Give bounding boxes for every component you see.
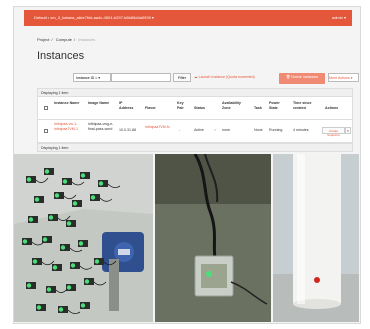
led-light: [42, 237, 48, 242]
header-power-state[interactable]: Power State: [269, 101, 287, 111]
led-devices-drawing: [14, 154, 153, 322]
instance-name-link[interactable]: infinipaa-vw-1-infinipaa7VM-1: [54, 122, 84, 132]
header-time-since-created[interactable]: Time since created: [293, 101, 321, 111]
breadcrumb: Project / Compute / Instances: [37, 37, 96, 42]
led-light: [46, 287, 52, 292]
led-light: [60, 245, 66, 250]
led-light: [58, 307, 64, 312]
delete-instances-button[interactable]: 🗑 Delete Instances: [279, 73, 325, 84]
displaying-count-top: Displaying 1 item: [37, 88, 353, 97]
led-light: [78, 241, 84, 246]
led-light: [72, 201, 78, 206]
led-light: [80, 303, 86, 308]
cabled-device-drawing: [155, 154, 271, 322]
header-actions: Actions: [325, 106, 339, 110]
led-light: [66, 221, 72, 226]
led-light: [22, 239, 28, 244]
flavor-link[interactable]: infinipaa7VM-fv: [145, 125, 171, 130]
led-light: [94, 259, 100, 264]
delete-label: Delete Instances: [291, 75, 319, 79]
table-row: infinipaa-vw-1-infinipaa7VM-1 infinipaa-…: [37, 119, 353, 143]
image-name: infinipaa-vwg-e-final-pass-word: [88, 122, 114, 131]
filter-input[interactable]: [111, 73, 171, 82]
led-light: [52, 265, 58, 270]
more-actions-button[interactable]: More Actions ▾: [328, 73, 359, 82]
check-icon: ✓: [214, 128, 218, 132]
led-light: [44, 169, 50, 174]
page-title: Instances: [37, 50, 85, 62]
row-checkbox[interactable]: [44, 129, 48, 133]
launch-label: Launch Instance (Quota exceeded): [198, 75, 255, 79]
led-light: [84, 279, 90, 284]
huawei-logo-icon: [314, 277, 320, 283]
led-light: [62, 179, 68, 184]
header-instance-name[interactable]: Instance Name: [54, 101, 80, 106]
task: None: [254, 128, 263, 132]
breadcrumb-compute[interactable]: Compute: [56, 37, 72, 42]
led-light: [66, 285, 72, 290]
router-drawing: [273, 154, 359, 322]
led-light: [48, 215, 54, 220]
time-since-created: 4 minutes: [293, 128, 309, 132]
header-key-pair[interactable]: Key Pair: [177, 101, 187, 111]
led-light: [26, 177, 32, 182]
header-image-name[interactable]: Image Name: [88, 101, 110, 106]
select-all-checkbox[interactable]: [44, 106, 48, 110]
key-pair: -: [179, 128, 181, 132]
ip-address: 10.0.31.88: [119, 128, 136, 132]
photo-router: [273, 154, 359, 322]
power-state: Running: [269, 128, 283, 132]
led-light: [90, 195, 96, 200]
photo-cabled-device: [155, 154, 271, 322]
header-ip-address[interactable]: IP Address: [119, 101, 137, 111]
filter-field-select[interactable]: Instance ID = ▾: [73, 73, 111, 82]
table-header: Instance Name Image Name IP Address Flav…: [37, 97, 353, 119]
header-task[interactable]: Task: [254, 106, 268, 111]
launch-instance-button[interactable]: ☁ Launch Instance (Quota exceeded): [194, 73, 276, 84]
project-selector[interactable]: Default • vm_3_katana_alice7hkt-aa4c-450…: [34, 15, 154, 20]
top-bar: Default • vm_3_katana_alice7hkt-aa4c-450…: [24, 10, 352, 26]
header-availability-zone[interactable]: Availability Zone: [222, 101, 246, 111]
create-snapshot-button[interactable]: Create Snapshot: [322, 127, 345, 137]
led-light: [98, 181, 104, 186]
led-light: [26, 283, 32, 288]
displaying-count-bottom: Displaying 1 item: [37, 143, 353, 152]
photo-led-devices: [14, 154, 153, 322]
status: Active: [194, 128, 204, 132]
led-light: [70, 263, 76, 268]
availability-zone: none: [222, 128, 230, 132]
led-light: [36, 305, 42, 310]
led-light: [32, 259, 38, 264]
user-menu[interactable]: admin ▾: [332, 15, 346, 20]
led-light: [54, 193, 60, 198]
breadcrumb-current: Instances: [78, 37, 96, 42]
breadcrumb-project[interactable]: Project: [37, 37, 49, 42]
header-status[interactable]: Status: [194, 106, 212, 111]
led-light: [80, 173, 86, 178]
filter-button[interactable]: Filter: [173, 73, 191, 82]
row-actions-dropdown-icon[interactable]: ▾: [345, 127, 351, 134]
led-light: [28, 217, 34, 222]
led-light: [34, 197, 40, 202]
header-flavor[interactable]: Flavor: [145, 106, 165, 111]
